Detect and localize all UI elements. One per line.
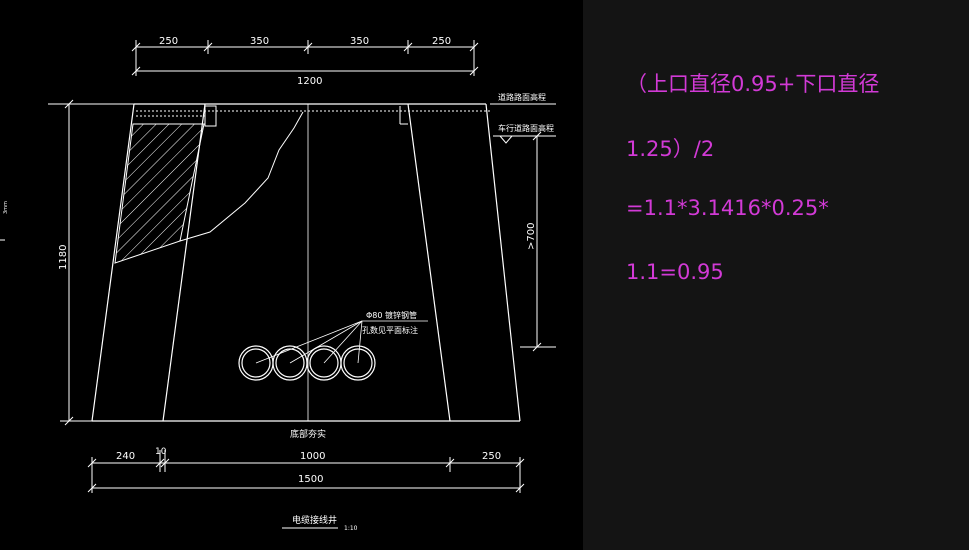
- note-line-3: =1.1*3.1416*0.25*: [626, 196, 829, 220]
- top-dim-3: 350: [350, 36, 369, 47]
- pipe-note-1: Φ80 镀锌钢管: [366, 310, 417, 320]
- sidewalk-label: 车行道路面高程: [498, 123, 554, 133]
- pipe-note-2: 孔数见平面标注: [362, 325, 418, 335]
- bottom-dim-3: 1000: [300, 451, 325, 462]
- right-height-dimension: [490, 103, 556, 352]
- bottom-total-dim: 1500: [298, 474, 323, 485]
- cable-well-section-drawing: 250 350 350 250 1200 1180 道路路面高程 车行道路面高程…: [0, 36, 556, 532]
- top-dim-2: 350: [250, 36, 269, 47]
- top-dim-4: 250: [432, 36, 451, 47]
- note-line-1: （上口直径0.95+下口直径: [626, 72, 880, 96]
- drawing-scale: 1:10: [344, 525, 358, 532]
- top-dim-1: 250: [159, 36, 178, 47]
- steel-pipes: [238, 345, 376, 381]
- note-line-4: 1.1=0.95: [626, 260, 724, 284]
- left-height-label: 1180: [58, 245, 69, 270]
- bottom-dim-2: 10: [155, 447, 167, 457]
- top-total-dim: 1200: [297, 76, 322, 87]
- calculation-notes-panel: （上口直径0.95+下口直径 1.25）/2 =1.1*3.1416*0.25*…: [583, 0, 969, 550]
- top-slab: [136, 105, 490, 127]
- right-height-label: >700: [526, 223, 537, 250]
- road-top-label: 道路路面高程: [498, 92, 546, 102]
- base-label: 底部夯实: [290, 428, 326, 440]
- bottom-dim-4: 250: [482, 451, 501, 462]
- top-dimension: [131, 40, 479, 76]
- drawing-title: 电缆接线井: [292, 514, 337, 526]
- tiny-left-label: 3mm: [3, 201, 9, 214]
- note-line-2: 1.25）/2: [626, 137, 715, 161]
- cad-drawing-canvas: 250 350 350 250 1200 1180 道路路面高程 车行道路面高程…: [0, 0, 583, 550]
- bottom-dim-1: 240: [116, 451, 135, 462]
